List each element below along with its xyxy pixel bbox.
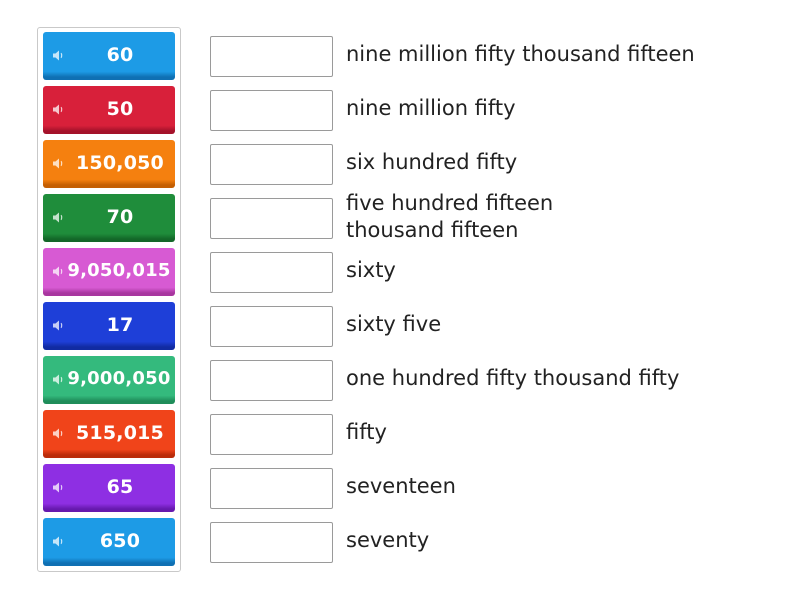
tile-value: 515,015 xyxy=(76,421,164,444)
word-phrase: seventeen xyxy=(346,474,456,498)
answer-tile[interactable]: 70 xyxy=(43,194,175,242)
answer-drop-box[interactable] xyxy=(210,144,333,185)
speaker-icon[interactable] xyxy=(52,535,65,548)
speaker-icon[interactable] xyxy=(52,373,65,386)
word-phrase: six hundred fifty xyxy=(346,150,518,174)
answer-drop-box[interactable] xyxy=(210,36,333,77)
tile-value: 9,050,015 xyxy=(67,260,171,281)
word-phrase: sixty xyxy=(346,258,396,282)
tile-value: 50 xyxy=(106,97,134,120)
word-phrase: one hundred fifty thousand fifty xyxy=(346,366,680,390)
tile-value: 150,050 xyxy=(76,151,164,174)
speaker-icon[interactable] xyxy=(52,481,65,494)
answer-tile[interactable]: 650 xyxy=(43,518,175,566)
answer-drop-box[interactable] xyxy=(210,90,333,131)
answer-drop-box[interactable] xyxy=(210,252,333,293)
word-phrase: seventy xyxy=(346,528,430,552)
speaker-icon[interactable] xyxy=(52,265,65,278)
tile-value: 9,000,050 xyxy=(67,368,171,389)
answer-tile[interactable]: 515,015 xyxy=(43,410,175,458)
answer-tile[interactable]: 9,050,015 xyxy=(43,248,175,296)
speaker-icon[interactable] xyxy=(52,157,65,170)
answer-drop-box[interactable] xyxy=(210,414,333,455)
tile-value: 70 xyxy=(106,205,134,228)
answer-tile[interactable]: 50 xyxy=(43,86,175,134)
speaker-icon[interactable] xyxy=(52,427,65,440)
word-phrase: sixty five xyxy=(346,312,442,336)
tile-value: 65 xyxy=(106,475,134,498)
tile-value: 650 xyxy=(99,529,141,552)
word-phrase: five hundred fifteen thousand fifteen xyxy=(346,191,554,242)
word-phrase: nine million fifty xyxy=(346,96,516,120)
answer-drop-box[interactable] xyxy=(210,360,333,401)
tile-value: 60 xyxy=(106,43,134,66)
answer-tile[interactable]: 17 xyxy=(43,302,175,350)
speaker-icon[interactable] xyxy=(52,103,65,116)
answer-tile[interactable]: 9,000,050 xyxy=(43,356,175,404)
answer-drop-box[interactable] xyxy=(210,198,333,239)
answer-tile[interactable]: 65 xyxy=(43,464,175,512)
speaker-icon[interactable] xyxy=(52,319,65,332)
answer-tile[interactable]: 150,050 xyxy=(43,140,175,188)
word-phrase: fifty xyxy=(346,420,387,444)
answer-tile[interactable]: 60 xyxy=(43,32,175,80)
tile-value: 17 xyxy=(106,313,134,336)
speaker-icon[interactable] xyxy=(52,211,65,224)
speaker-icon[interactable] xyxy=(52,49,65,62)
answer-drop-box[interactable] xyxy=(210,522,333,563)
match-activity: 60 50 150,050 70 9,050,015 17 9,000,050 … xyxy=(0,0,800,600)
word-phrase: nine million fifty thousand fifteen xyxy=(346,42,695,66)
answer-drop-box[interactable] xyxy=(210,306,333,347)
answer-drop-box[interactable] xyxy=(210,468,333,509)
